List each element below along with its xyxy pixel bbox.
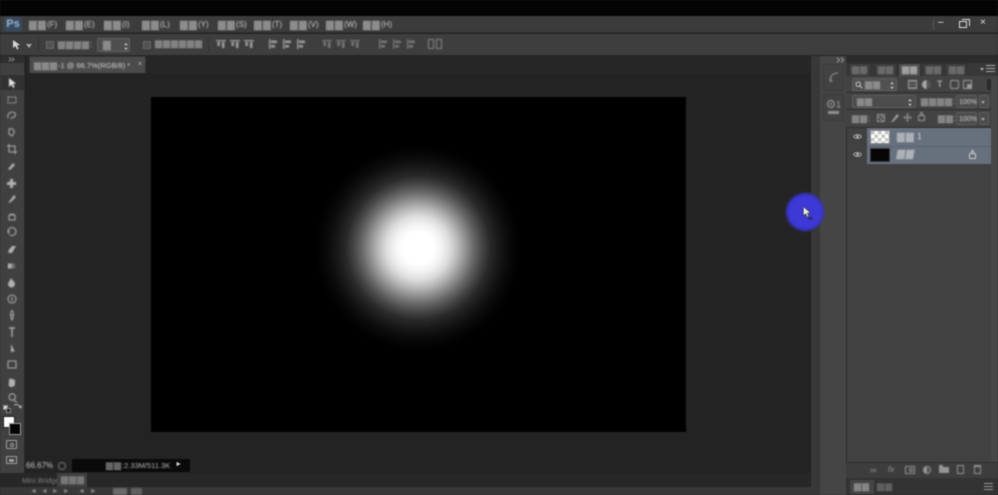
svg-text:1: 1 xyxy=(836,100,841,110)
